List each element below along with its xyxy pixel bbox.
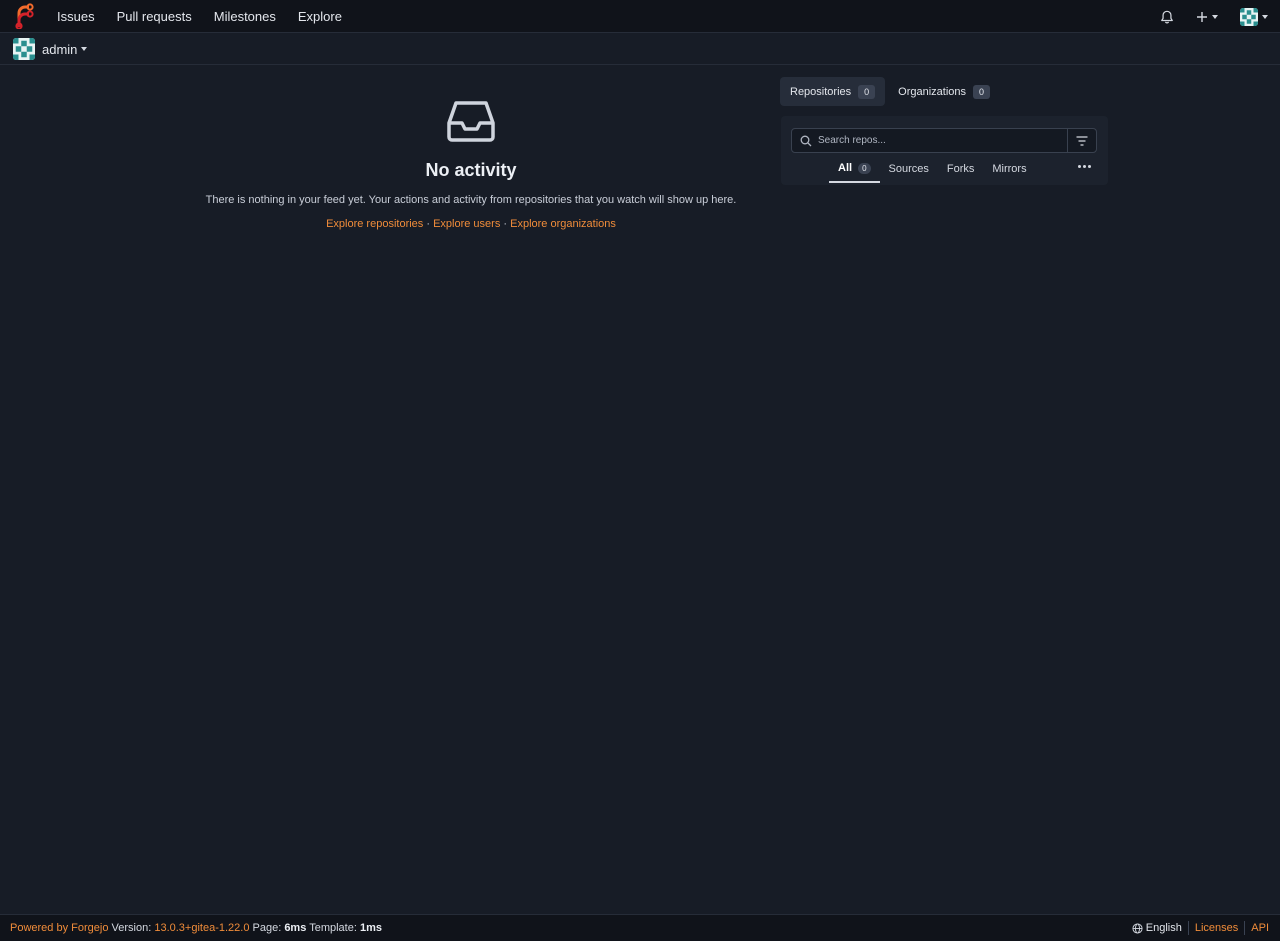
repo-search-box: [791, 128, 1097, 153]
tab-repositories[interactable]: Repositories 0: [780, 77, 886, 106]
nav-pull-requests[interactable]: Pull requests: [106, 0, 203, 33]
forgejo-logo[interactable]: [14, 3, 34, 30]
filter-label: All: [838, 162, 853, 174]
repo-filter-tabs: All 0 Sources Forks Mirrors: [829, 155, 1036, 183]
tab-organizations[interactable]: Organizations 0: [888, 77, 1000, 106]
filter-icon: [1076, 135, 1088, 146]
filter-button[interactable]: [1067, 129, 1096, 152]
version-label: Version:: [111, 922, 152, 934]
api-link[interactable]: API: [1251, 922, 1269, 934]
link-separator: ·: [500, 218, 511, 230]
template-time: 1ms: [359, 922, 382, 934]
tab-label: Organizations: [898, 85, 967, 98]
powered-by-link[interactable]: Powered by Forgejo: [10, 922, 108, 934]
filter-sources[interactable]: Sources: [880, 155, 938, 183]
context-username: admin: [42, 41, 78, 57]
count-badge: 0: [858, 84, 876, 99]
avatar: [1240, 7, 1258, 26]
footer-info: Powered by Forgejo Version: 13.0.3+gitea…: [10, 922, 382, 934]
user-menu-button[interactable]: [1240, 7, 1268, 26]
chevron-down-icon: [1212, 14, 1218, 19]
explore-users-link[interactable]: Explore users: [433, 218, 500, 230]
dashboard-tabs: Repositories 0 Organizations 0: [780, 77, 1000, 106]
empty-feed-title: No activity: [425, 160, 517, 180]
create-new-button[interactable]: [1196, 11, 1218, 23]
explore-repositories-link[interactable]: Explore repositories: [326, 218, 423, 230]
licenses-link[interactable]: Licenses: [1195, 922, 1238, 934]
repo-search-input[interactable]: [818, 129, 1066, 152]
dashboard-context-bar: admin: [0, 33, 1280, 65]
page-time: 6ms: [284, 922, 307, 934]
repo-list-panel: All 0 Sources Forks Mirrors: [781, 116, 1108, 185]
bell-icon: [1161, 10, 1173, 23]
nav-explore[interactable]: Explore: [287, 0, 353, 33]
chevron-down-icon: [81, 47, 88, 51]
count-badge: 0: [973, 84, 991, 99]
nav-milestones[interactable]: Milestones: [203, 0, 287, 33]
template-label: Template:: [309, 922, 357, 934]
explore-organizations-link[interactable]: Explore organizations: [510, 218, 616, 230]
filter-forks[interactable]: Forks: [938, 155, 984, 183]
plus-icon: [1197, 11, 1207, 22]
chevron-down-icon: [1262, 14, 1268, 19]
version-link[interactable]: 13.0.3+gitea-1.22.0: [154, 922, 249, 934]
count-badge: 0: [858, 162, 871, 174]
avatar: [13, 38, 35, 60]
top-navbar: Issues Pull requests Milestones Explore: [0, 0, 1280, 33]
empty-feed-description: There is nothing in your feed yet. Your …: [205, 194, 737, 206]
search-icon: [800, 135, 812, 147]
explore-links: Explore repositories · Explore users · E…: [160, 218, 782, 230]
page-label: Page:: [252, 922, 282, 934]
link-separator: ·: [423, 218, 434, 230]
language-selector[interactable]: English: [1132, 922, 1182, 934]
page-footer: Powered by Forgejo Version: 13.0.3+gitea…: [0, 914, 1280, 941]
language-label: English: [1145, 922, 1182, 934]
tab-label: Repositories: [790, 85, 852, 98]
globe-icon: [1132, 922, 1143, 934]
more-options-button[interactable]: [1078, 165, 1093, 168]
footer-links: English Licenses API: [1132, 921, 1269, 935]
nav-issues[interactable]: Issues: [46, 0, 106, 33]
notifications-button[interactable]: [1160, 10, 1174, 24]
filter-mirrors[interactable]: Mirrors: [983, 155, 1035, 183]
filter-all[interactable]: All 0: [829, 155, 880, 183]
activity-feed-empty: No activity There is nothing in your fee…: [160, 95, 782, 230]
inbox-icon: [447, 101, 495, 142]
context-switcher[interactable]: admin: [13, 38, 88, 60]
